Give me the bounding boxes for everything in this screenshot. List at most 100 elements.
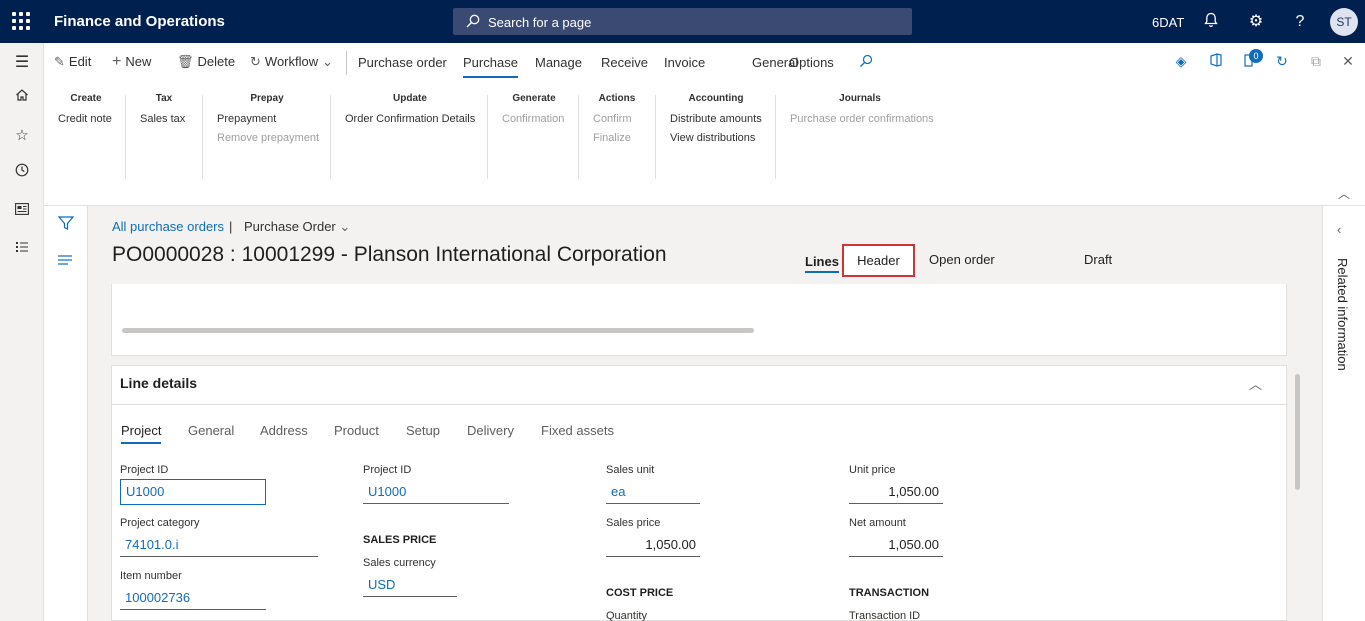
workspaces-icon[interactable] <box>12 201 32 221</box>
line-details-title[interactable]: Line details <box>120 375 197 391</box>
delete-button[interactable]: 🗑 Delete <box>177 55 235 75</box>
list-icon[interactable] <box>58 254 72 268</box>
clock-icon[interactable] <box>12 163 32 183</box>
star-icon[interactable]: ☆ <box>12 126 32 146</box>
tab-delivery[interactable]: Delivery <box>467 423 514 438</box>
search-placeholder: Search for a page <box>488 15 592 30</box>
item-number-field[interactable]: 100002736 <box>120 588 266 610</box>
sales-currency-label: Sales currency <box>363 557 436 569</box>
net-amount-field[interactable]: 1,050.00 <box>849 535 943 557</box>
help-icon[interactable]: ? <box>1290 12 1310 32</box>
breadcrumb-link[interactable]: All purchase orders <box>112 219 224 234</box>
sales-currency-field[interactable]: USD <box>363 575 457 597</box>
action-pane: ✎ Edit + New 🗑 Delete ↻ Workflow ⌄ Purchase o… <box>44 43 1365 206</box>
view-distributions-button[interactable]: View distributions <box>670 132 762 144</box>
header-view-toggle[interactable]: Header <box>842 244 915 277</box>
avatar[interactable]: ST <box>1330 8 1358 36</box>
horizontal-scrollbar[interactable] <box>122 328 754 333</box>
unit-price-field[interactable]: 1,050.00 <box>849 482 943 504</box>
status-draft: Draft <box>1084 252 1113 267</box>
hamburger-menu-icon[interactable]: ☰ <box>12 53 32 73</box>
close-icon[interactable]: ✕ <box>1340 53 1356 69</box>
prepayment-button[interactable]: Prepayment <box>217 113 317 125</box>
home-icon[interactable] <box>12 88 32 108</box>
chevron-left-icon[interactable]: ‹ <box>1337 222 1341 237</box>
collapse-chevron-icon[interactable]: ︿ <box>1338 185 1350 202</box>
sales-price-section: SALES PRICE <box>363 534 437 546</box>
modules-icon[interactable] <box>12 239 32 259</box>
related-information-pane[interactable]: ‹ Related information <box>1322 206 1365 621</box>
filter-column <box>44 206 88 621</box>
tab-fixed-assets[interactable]: Fixed assets <box>541 423 614 438</box>
group-actions: Actions Confirm Finalize <box>593 93 641 151</box>
app-launcher-icon[interactable] <box>12 12 30 30</box>
navigation-pane: ☰ ☆ <box>0 43 44 621</box>
tab-project[interactable]: Project <box>121 423 162 444</box>
main-content: All purchase orders | Purchase Order ⌄ P… <box>88 206 1322 621</box>
vertical-scrollbar[interactable] <box>1295 374 1300 490</box>
lines-grid <box>111 284 1287 356</box>
lines-view-toggle[interactable]: Lines <box>805 254 839 273</box>
transaction-section: TRANSACTION <box>849 587 930 599</box>
tab-purchase-order[interactable]: Purchase order <box>358 55 447 70</box>
divider <box>125 95 126 179</box>
search-icon <box>466 14 480 28</box>
tab-invoice[interactable]: Invoice <box>664 55 705 70</box>
bell-icon[interactable] <box>1201 12 1221 32</box>
order-confirmation-details-button[interactable]: Order Confirmation Details <box>345 113 475 125</box>
tab-address[interactable]: Address <box>260 423 308 438</box>
divider <box>112 404 1288 405</box>
search-icon[interactable] <box>858 54 874 70</box>
transaction-id-label: Transaction ID <box>849 610 921 621</box>
chevron-up-icon[interactable]: ︿ <box>1249 374 1262 393</box>
project-category-field[interactable]: 74101.0.i <box>120 535 318 557</box>
tab-product[interactable]: Product <box>334 423 379 438</box>
company-selector[interactable]: 6DAT <box>1152 15 1184 30</box>
sales-unit-field[interactable]: ea <box>606 482 700 504</box>
edit-button[interactable]: ✎ Edit <box>54 55 91 75</box>
finalize-button[interactable]: Finalize <box>593 132 641 144</box>
new-button[interactable]: + New <box>112 54 151 75</box>
diamond-icon[interactable]: ◈ <box>1173 53 1189 69</box>
divider <box>202 95 203 179</box>
project-id-readonly-field[interactable]: U1000 <box>363 482 509 504</box>
app-title[interactable]: Finance and Operations <box>54 13 225 30</box>
gear-icon[interactable]: ⚙ <box>1246 12 1266 32</box>
divider <box>655 95 656 179</box>
purchase-order-confirmations-button[interactable]: Purchase order confirmations <box>790 113 934 125</box>
office-icon[interactable] <box>1208 53 1224 69</box>
quantity-label: Quantity <box>606 610 647 621</box>
sales-tax-button[interactable]: Sales tax <box>140 113 188 125</box>
confirmation-button[interactable]: Confirmation <box>502 113 566 125</box>
tab-manage[interactable]: Manage <box>535 55 582 70</box>
notification-badge: 0 <box>1249 49 1263 63</box>
group-update: Update Order Confirmation Details <box>345 93 476 125</box>
breadcrumb-current[interactable]: Purchase Order ⌄ <box>244 219 350 235</box>
confirm-button[interactable]: Confirm <box>593 113 641 125</box>
tab-general[interactable]: General <box>188 423 234 438</box>
tab-setup[interactable]: Setup <box>406 423 440 438</box>
top-navigation-bar: Finance and Operations Search for a page… <box>0 0 1365 43</box>
page-title: PO0000028 : 10001299 - Planson Internati… <box>112 243 667 266</box>
filter-icon[interactable] <box>57 216 75 233</box>
remove-prepayment-button[interactable]: Remove prepayment <box>217 132 319 144</box>
project-id-field[interactable]: U1000 <box>120 479 266 505</box>
refresh-icon[interactable]: ↻ <box>1274 53 1290 69</box>
group-prepay: Prepay Prepayment Remove prepayment <box>217 93 320 144</box>
workflow-button[interactable]: ↻ Workflow ⌄ <box>250 55 333 75</box>
divider <box>775 95 776 179</box>
divider <box>330 95 331 179</box>
open-in-new-window-icon[interactable]: ⧉ <box>1308 53 1324 69</box>
tab-purchase[interactable]: Purchase <box>463 55 518 78</box>
group-create: Create Credit note <box>58 93 114 132</box>
line-details-panel: Line details ︿ Project General Address P… <box>111 365 1288 621</box>
distribute-amounts-button[interactable]: Distribute amounts <box>670 113 762 125</box>
tab-options[interactable]: Options <box>789 55 834 70</box>
sales-price-field[interactable]: 1,050.00 <box>606 535 700 557</box>
status-open-order: Open order <box>929 252 995 267</box>
search-input[interactable]: Search for a page <box>453 8 912 35</box>
tab-receive[interactable]: Receive <box>601 55 648 70</box>
item-number-label: Item number <box>120 570 182 582</box>
group-tax: Tax Sales tax <box>140 93 188 132</box>
credit-note-button[interactable]: Credit note <box>58 113 114 125</box>
